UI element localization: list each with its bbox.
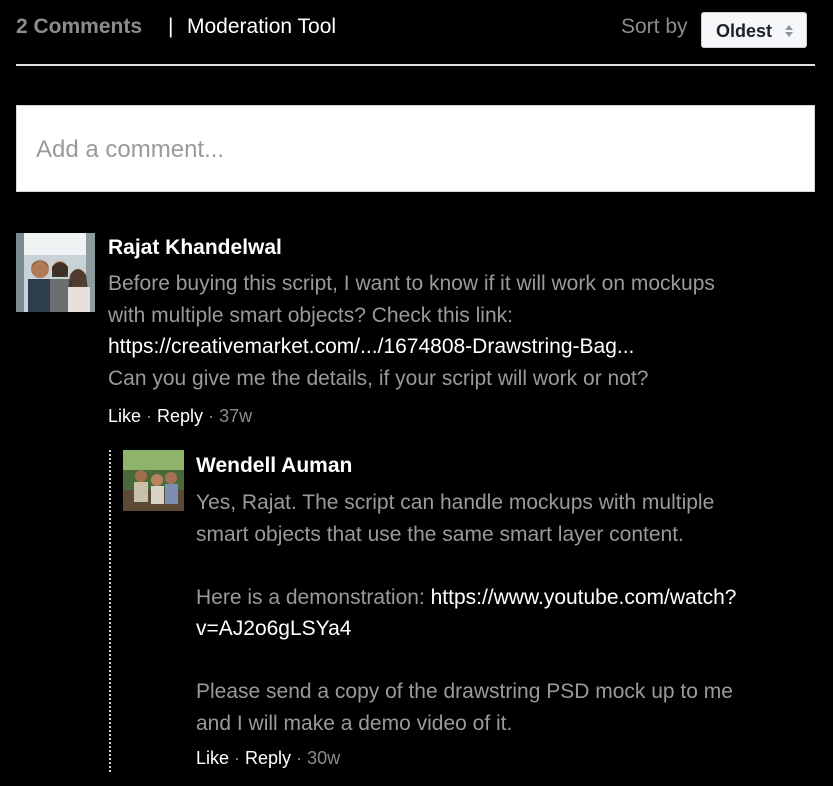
comment-actions-rajat: Like · Reply · 37w [108, 406, 252, 427]
youtube-link-continued[interactable]: v=AJ2o6gLSYa4 [196, 613, 806, 645]
comment-author-wendell[interactable]: Wendell Auman [196, 454, 352, 478]
reply-button[interactable]: Reply [157, 406, 203, 426]
avatar-photo-icon [16, 233, 95, 312]
comment-author-rajat[interactable]: Rajat Khandelwal [108, 236, 282, 260]
comments-plugin: 2 Comments | Moderation Tool Sort by Old… [0, 0, 833, 786]
comment-body-rajat: Before buying this script, I want to kno… [108, 268, 798, 394]
like-button[interactable]: Like [108, 406, 141, 426]
dot-separator: · [208, 406, 215, 426]
comments-header: 2 Comments | Moderation Tool Sort by Old… [16, 0, 815, 64]
sort-select[interactable]: Oldest [701, 12, 807, 48]
demo-prefix-text: Here is a demonstration: [196, 585, 431, 609]
comment-text-line: Here is a demonstration: https://www.you… [196, 582, 806, 614]
comment-text-line: Please send a copy of the drawstring PSD… [196, 680, 733, 703]
sort-arrows-icon [785, 25, 793, 37]
comment-text-line: Yes, Rajat. The script can handle mockup… [196, 491, 715, 514]
comment-text-line: Can you give me the details, if your scr… [108, 366, 649, 390]
add-comment-input[interactable]: Add a comment... [16, 105, 815, 192]
dot-separator: · [146, 406, 153, 426]
comment-text-line: with multiple smart objects? Check this … [108, 303, 513, 327]
dot-separator: · [234, 748, 241, 768]
like-button[interactable]: Like [196, 748, 229, 768]
header-divider [16, 64, 815, 66]
header-separator: | [168, 15, 174, 38]
avatar-rajat[interactable] [16, 233, 95, 312]
comment-count: 2 Comments [16, 15, 143, 38]
comment-timestamp[interactable]: 37w [219, 406, 252, 426]
comment-text-line: smart objects that use the same smart la… [196, 522, 684, 546]
comment-body-wendell: Yes, Rajat. The script can handle mockup… [196, 487, 806, 739]
comment-link-creativemarket[interactable]: https://creativemarket.com/.../1674808-D… [108, 331, 798, 363]
add-comment-placeholder: Add a comment... [36, 136, 225, 163]
comment-text-line: and I will make a demo video of it. [196, 711, 513, 735]
sort-selected-value: Oldest [716, 21, 773, 41]
sort-label: Sort by [621, 15, 688, 38]
reply-thread-line [109, 450, 111, 772]
avatar-wendell[interactable] [123, 450, 184, 511]
comment-actions-wendell: Like · Reply · 30w [196, 748, 340, 769]
dot-separator: · [296, 748, 303, 768]
reply-button[interactable]: Reply [245, 748, 291, 768]
moderation-tool-link[interactable]: Moderation Tool [187, 15, 336, 39]
youtube-link[interactable]: https://www.youtube.com/watch? [431, 586, 737, 609]
comment-text-line: Before buying this script, I want to kno… [108, 272, 715, 295]
avatar-photo-icon [123, 450, 184, 511]
comment-timestamp[interactable]: 30w [307, 748, 340, 768]
